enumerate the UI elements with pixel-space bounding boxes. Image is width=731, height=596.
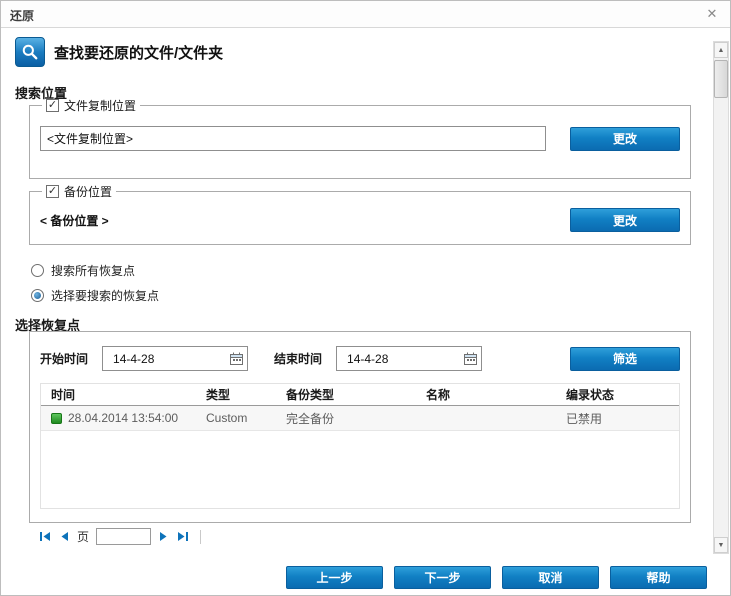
header-backup-type: 备份类型 <box>286 388 335 402</box>
vertical-scrollbar[interactable]: ▲ ▼ <box>713 41 729 554</box>
radio-search-all-label: 搜索所有恢复点 <box>51 264 136 278</box>
backup-location-checkbox[interactable]: ✓ 备份位置 <box>46 183 112 200</box>
end-time-label: 结束时间 <box>274 352 323 366</box>
radio-selected-icon[interactable] <box>31 289 44 302</box>
backup-location-text: < 备份位置 > <box>40 213 109 228</box>
scrollbar-thumb[interactable] <box>714 60 728 98</box>
footer-buttons: 上一步 下一步 取消 帮助 <box>286 566 707 589</box>
cell-time: 28.04.2014 13:54:00 <box>68 411 179 425</box>
header: 查找要还原的文件/文件夹 <box>15 37 223 67</box>
search-icon <box>15 37 45 67</box>
header-time: 时间 <box>51 388 76 402</box>
header-name: 名称 <box>426 388 451 402</box>
file-copy-checkbox[interactable]: ✓ 文件复制位置 <box>46 97 136 114</box>
titlebar: 还原 ✕ <box>1 1 730 28</box>
calendar-icon[interactable] <box>464 352 478 368</box>
recovery-points-table: 时间 类型 备份类型 名称 编录状态 28.04.2014 13:54:00 C… <box>40 383 680 509</box>
backup-location-group: ✓ 备份位置 < 备份位置 > 更改 <box>29 183 691 245</box>
restore-dialog: 还原 ✕ 查找要还原的文件/文件夹 搜索位置 ✓ 文件复制位置 更改 ✓ <box>0 0 731 596</box>
page-title: 查找要还原的文件/文件夹 <box>54 44 224 62</box>
radio-unselected-icon[interactable] <box>31 264 44 277</box>
header-type: 类型 <box>206 388 231 402</box>
file-copy-group: ✓ 文件复制位置 更改 <box>29 97 691 179</box>
backup-status-icon <box>51 412 62 424</box>
radio-select-points[interactable]: 选择要搜索的恢复点 <box>31 287 159 304</box>
radio-select-points-label: 选择要搜索的恢复点 <box>51 289 160 303</box>
start-time-label: 开始时间 <box>40 352 89 366</box>
checkbox-checked-icon[interactable]: ✓ <box>46 185 59 198</box>
checkbox-checked-icon[interactable]: ✓ <box>46 99 59 112</box>
table-header-row: 时间 类型 备份类型 名称 编录状态 <box>41 384 679 406</box>
end-time-input[interactable] <box>336 346 483 371</box>
close-icon[interactable]: ✕ <box>704 6 720 22</box>
next-page-icon[interactable] <box>158 531 169 542</box>
backup-location-checkbox-label: 备份位置 <box>64 185 113 199</box>
recovery-points-group: 开始时间 结束时间 <box>29 331 691 523</box>
radio-search-all[interactable]: 搜索所有恢复点 <box>31 262 135 279</box>
table-row[interactable]: 28.04.2014 13:54:00 Custom 完全备份 已禁用 <box>41 406 679 431</box>
help-button[interactable]: 帮助 <box>610 566 707 589</box>
next-button[interactable]: 下一步 <box>394 566 491 589</box>
radio-dot <box>34 292 41 299</box>
filter-button[interactable]: 筛选 <box>570 346 680 371</box>
page-input[interactable] <box>96 528 152 545</box>
backup-change-button[interactable]: 更改 <box>570 208 680 232</box>
first-page-icon[interactable] <box>39 531 52 542</box>
page-label: 页 <box>77 530 90 544</box>
header-catalog-status: 编录状态 <box>566 388 615 402</box>
scroll-up-icon[interactable]: ▲ <box>714 42 728 58</box>
last-page-icon[interactable] <box>176 531 189 542</box>
cell-type: Custom <box>206 411 248 425</box>
previous-button[interactable]: 上一步 <box>286 566 383 589</box>
cell-catalog-status: 已禁用 <box>566 411 603 426</box>
cancel-button[interactable]: 取消 <box>502 566 599 589</box>
prev-page-icon[interactable] <box>59 531 70 542</box>
pagination: 页 <box>39 528 202 545</box>
file-copy-change-button[interactable]: 更改 <box>570 126 680 151</box>
start-time-input[interactable] <box>102 346 249 371</box>
dialog-title: 还原 <box>10 9 35 23</box>
file-copy-checkbox-label: 文件复制位置 <box>64 99 137 113</box>
cell-backup-type: 完全备份 <box>286 411 335 426</box>
file-copy-location-input[interactable] <box>40 126 546 151</box>
pagination-divider <box>200 529 202 544</box>
scroll-down-icon[interactable]: ▼ <box>714 537 728 553</box>
calendar-icon[interactable] <box>230 352 244 368</box>
